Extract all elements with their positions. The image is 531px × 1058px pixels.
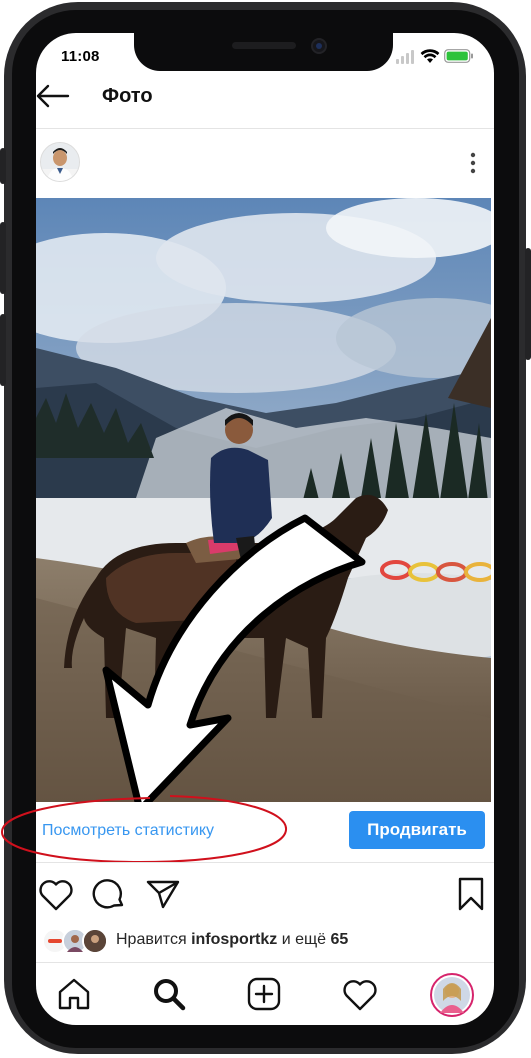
cellular-signal-icon bbox=[396, 50, 414, 64]
comment-icon[interactable] bbox=[92, 877, 126, 911]
camera-lens bbox=[316, 43, 322, 49]
nav-activity-icon[interactable] bbox=[342, 979, 378, 1011]
notch bbox=[134, 33, 393, 71]
back-arrow-icon[interactable] bbox=[36, 84, 70, 108]
nav-home-icon[interactable] bbox=[57, 977, 91, 1011]
likes-middle: и ещё bbox=[281, 931, 327, 948]
nav-divider bbox=[36, 962, 494, 963]
annotation-arrow bbox=[102, 514, 366, 814]
profile-avatar-picture bbox=[434, 977, 470, 1013]
volume-up-button bbox=[0, 222, 6, 294]
nav-add-icon[interactable] bbox=[247, 977, 281, 1011]
wifi-icon bbox=[420, 49, 440, 63]
liker-avatar-picture bbox=[84, 930, 106, 952]
avatar-picture bbox=[41, 143, 79, 181]
promote-button[interactable]: Продвигать bbox=[349, 811, 485, 849]
likes-summary[interactable]: Нравится infosportkz и ещё 65 bbox=[116, 931, 348, 949]
page-title: Фото bbox=[102, 85, 153, 107]
nav-profile-avatar[interactable] bbox=[430, 973, 474, 1017]
header-divider bbox=[36, 128, 494, 129]
nav-search-icon[interactable] bbox=[152, 977, 186, 1011]
speaker bbox=[232, 42, 296, 49]
like-heart-icon[interactable] bbox=[38, 879, 74, 911]
more-options-icon[interactable] bbox=[469, 151, 477, 175]
bookmark-icon[interactable] bbox=[458, 877, 484, 911]
liker-avatar bbox=[82, 928, 108, 954]
battery-icon bbox=[444, 49, 473, 63]
mute-switch bbox=[0, 148, 6, 184]
status-time: 11:08 bbox=[61, 48, 100, 65]
volume-down-button bbox=[0, 314, 6, 386]
power-button bbox=[525, 248, 531, 360]
liker-username[interactable]: infosportkz bbox=[191, 931, 277, 948]
insights-divider bbox=[36, 862, 494, 863]
likes-prefix: Нравится bbox=[116, 931, 187, 948]
annotation-ellipse bbox=[0, 795, 288, 864]
send-icon[interactable] bbox=[146, 879, 180, 909]
author-avatar[interactable] bbox=[40, 142, 80, 182]
likes-count[interactable]: 65 bbox=[331, 931, 349, 948]
